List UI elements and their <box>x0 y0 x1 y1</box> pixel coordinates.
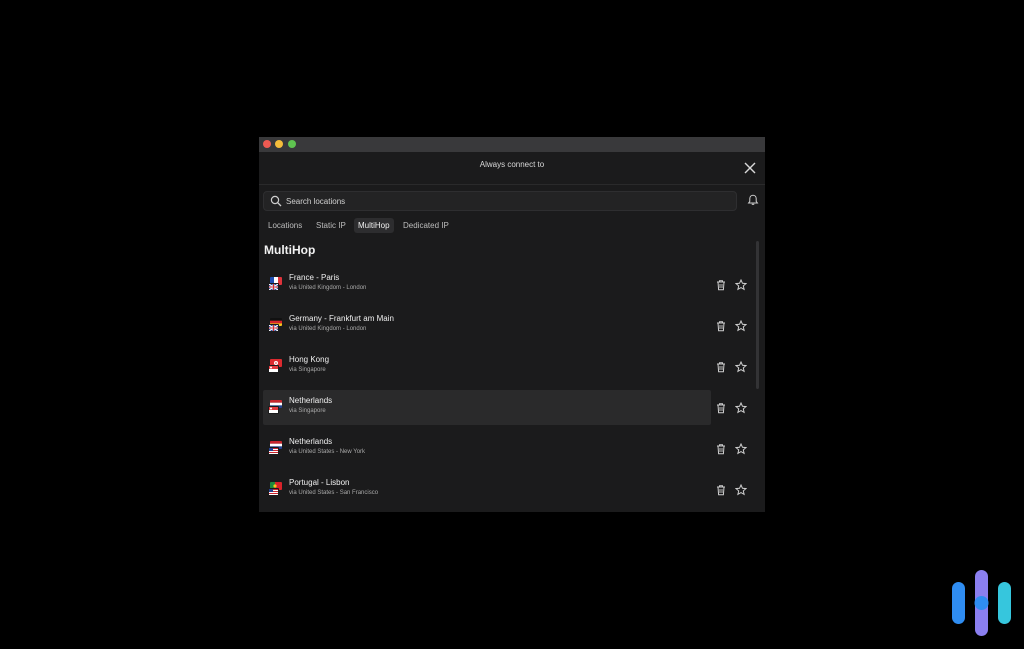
location-via: via United States - San Francisco <box>289 490 379 496</box>
flag-pair <box>268 318 284 332</box>
zoom-window-button[interactable] <box>288 140 296 148</box>
location-via: via United States - New York <box>289 449 366 455</box>
dialog-header: Always connect to <box>259 152 765 185</box>
section-title: MultiHop <box>264 243 316 257</box>
minimize-window-button[interactable] <box>275 140 283 148</box>
usa-flag-icon <box>268 447 279 455</box>
list-item[interactable]: Portugal - Lisbon via United States - Sa… <box>263 472 711 507</box>
location-title: Netherlands <box>289 437 333 446</box>
trash-icon[interactable] <box>715 402 727 414</box>
close-window-button[interactable] <box>263 140 271 148</box>
flag-pair <box>268 400 284 414</box>
location-via: via Singapore <box>289 408 326 414</box>
brand-logo-icon <box>952 570 1011 636</box>
star-icon[interactable] <box>735 443 747 455</box>
star-icon[interactable] <box>735 320 747 332</box>
window-titlebar <box>259 137 765 152</box>
usa-flag-icon <box>268 488 279 496</box>
dialog-title: Always connect to <box>479 160 545 169</box>
close-icon[interactable] <box>743 161 757 175</box>
star-icon[interactable] <box>735 484 747 496</box>
flag-pair <box>268 359 284 373</box>
location-title: Netherlands <box>289 396 333 405</box>
trash-icon[interactable] <box>715 279 727 291</box>
trash-icon[interactable] <box>715 361 727 373</box>
uk-flag-icon <box>268 324 279 332</box>
search-icon <box>270 195 282 207</box>
location-title: Portugal - Lisbon <box>289 478 350 487</box>
star-icon[interactable] <box>735 279 747 291</box>
flag-pair <box>268 482 284 496</box>
flag-pair <box>268 441 284 455</box>
list-item[interactable]: France - Paris via United Kingdom - Lond… <box>263 267 711 302</box>
search-input[interactable] <box>286 194 726 208</box>
tab-multihop[interactable]: MultiHop <box>354 218 394 233</box>
location-via: via United Kingdom - London <box>289 285 367 291</box>
app-window: Always connect to Locations Static IP Mu… <box>259 137 765 512</box>
location-title: Germany - Frankfurt am Main <box>289 314 394 323</box>
trash-icon[interactable] <box>715 443 727 455</box>
tab-static-ip[interactable]: Static IP <box>312 218 350 233</box>
tab-dedicated-ip[interactable]: Dedicated IP <box>399 218 453 233</box>
list-item[interactable]: Netherlands via Singapore <box>263 390 711 425</box>
singapore-flag-icon <box>268 406 279 414</box>
list-item[interactable]: Hong Kong via Singapore <box>263 349 711 384</box>
location-title: France - Paris <box>289 273 340 282</box>
search-box <box>263 191 737 211</box>
trash-icon[interactable] <box>715 484 727 496</box>
location-tabs: Locations Static IP MultiHop Dedicated I… <box>259 217 765 235</box>
tab-locations[interactable]: Locations <box>264 218 306 233</box>
flag-pair <box>268 277 284 291</box>
star-icon[interactable] <box>735 361 747 373</box>
search-row <box>259 185 765 215</box>
list-item[interactable]: Germany - Frankfurt am Main via United K… <box>263 308 711 343</box>
bell-icon[interactable] <box>747 194 759 206</box>
uk-flag-icon <box>268 283 279 291</box>
location-via: via United Kingdom - London <box>289 326 367 332</box>
star-icon[interactable] <box>735 402 747 414</box>
location-via: via Singapore <box>289 367 326 373</box>
singapore-flag-icon <box>268 365 279 373</box>
list-scrollbar[interactable] <box>756 241 759 389</box>
list-item[interactable]: Netherlands via United States - New York <box>263 431 711 466</box>
location-title: Hong Kong <box>289 355 330 364</box>
trash-icon[interactable] <box>715 320 727 332</box>
